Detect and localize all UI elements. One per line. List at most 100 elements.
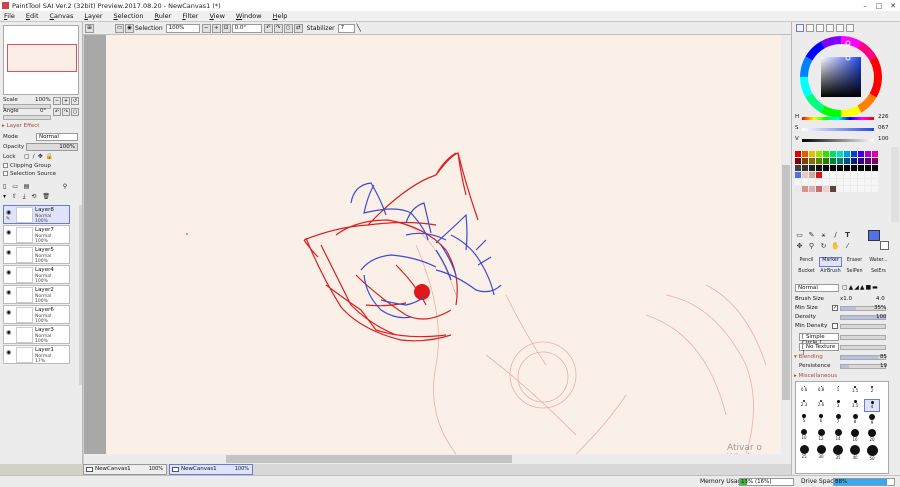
rotate-cw-button[interactable]: ↷ (273, 23, 283, 33)
zoom-reset-icon[interactable]: ↺ (71, 97, 79, 105)
brush-size-presets[interactable]: 0.6 0.8 1 1.5 2 2.3 2.6 3 3.5 4 5 6 7 8 … (795, 381, 889, 474)
secondary-color-swatch[interactable] (880, 241, 889, 250)
brush-preset[interactable]: 5 (796, 413, 812, 426)
lock-icons[interactable]: ▢∕✥🔒 (24, 153, 56, 160)
clipping-group-checkbox[interactable] (3, 163, 8, 168)
brush-preset[interactable]: 10 (796, 428, 812, 441)
brush-preset[interactable]: 9 (864, 413, 880, 426)
rect-select-icon[interactable]: ▭ (795, 231, 804, 240)
layer-item[interactable]: ◉ Layer5 Normal 100% (3, 245, 70, 264)
brush-preset[interactable]: 2 (864, 385, 880, 398)
layer-buttons-row1[interactable]: ▯ ▭ ▤ ⚲ (3, 183, 69, 190)
eye-icon[interactable]: ◉ (6, 209, 14, 216)
clipping-group-toggle[interactable]: Clipping Group (3, 163, 51, 169)
hand-tool-icon[interactable]: ✋ (831, 242, 840, 251)
zoom-fit-button[interactable]: ⊡ (221, 23, 231, 33)
scratchpad-tab-icon[interactable] (836, 24, 844, 32)
flip-icon[interactable]: ⇄ (293, 23, 303, 33)
brush-preset[interactable]: 12 (813, 428, 829, 441)
hsv-slider-tab-icon[interactable] (816, 24, 824, 32)
min-density-checkbox[interactable] (832, 323, 838, 329)
menu-help[interactable]: Help (269, 12, 292, 20)
brush-eraser[interactable]: Eraser (843, 257, 866, 267)
menu-filter[interactable]: Filter (178, 12, 202, 20)
eye-icon[interactable]: ◉ (6, 289, 14, 296)
layer-item[interactable]: ◉ Layer1 Normal 17% (3, 345, 70, 364)
brush-preset[interactable]: 3 (830, 399, 846, 412)
swatch-scrollbar[interactable] (891, 147, 899, 222)
saturation-slider[interactable] (802, 128, 874, 131)
zoom-select[interactable]: 100% (165, 23, 200, 33)
zoom-out-button[interactable]: − (201, 23, 211, 33)
menu-file[interactable]: File (0, 12, 19, 20)
brush-preset[interactable]: 7 (830, 413, 846, 426)
brush-preset[interactable]: 2.6 (813, 399, 829, 412)
minimize-icon[interactable]: – (858, 0, 872, 11)
zoom-out-icon[interactable]: − (53, 97, 61, 105)
navigator-preview[interactable] (3, 25, 79, 95)
picker-tool-icon[interactable]: ⁄ (843, 242, 852, 251)
swatch-tab-icon[interactable] (826, 24, 834, 32)
layer-effect-header[interactable]: ▸ Layer Effect (2, 123, 39, 129)
eye-icon[interactable]: ◉ (6, 349, 14, 356)
brush-marker[interactable]: Marker (819, 257, 842, 267)
brush-size-mult[interactable]: x1.0 (840, 296, 852, 302)
brush-preset[interactable]: 8 (847, 413, 863, 426)
eye-icon[interactable]: ◉ (6, 229, 14, 236)
brush-preset[interactable]: 20 (864, 428, 880, 442)
brush-preset[interactable]: 3.5 (847, 399, 863, 412)
stabilizer-select[interactable]: 7 (337, 23, 355, 33)
value-slider[interactable] (802, 139, 874, 142)
eyedropper-icon[interactable]: ∕ (831, 231, 840, 240)
color-wheel-tab-icon[interactable] (796, 24, 804, 32)
layer-list-scrollbar[interactable] (79, 205, 82, 385)
brush-preset[interactable]: 30 (813, 444, 829, 459)
layer-item[interactable]: ◉ Layer6 Normal 100% (3, 305, 70, 324)
swatch-palette[interactable] (795, 151, 878, 192)
brush-texture-strength-slider[interactable] (840, 345, 886, 350)
text-tool-icon[interactable]: T (843, 231, 852, 240)
marquee-icon[interactable]: ▭ (115, 23, 124, 33)
lasso-icon[interactable]: ✎ (807, 231, 816, 240)
blending-header[interactable]: ▾ Blending (794, 354, 823, 360)
brush-preset[interactable]: 1.5 (847, 385, 863, 398)
line-tool-icon[interactable]: ╲ (357, 24, 361, 32)
zoom-in-button[interactable]: + (211, 23, 221, 33)
brush-preset[interactable]: 6 (813, 413, 829, 426)
menu-layer[interactable]: Layer (80, 12, 106, 20)
primary-color-swatch[interactable] (868, 230, 880, 241)
eye-icon[interactable]: ◉ (6, 269, 14, 276)
selection-source-toggle[interactable]: Selection Source (3, 171, 56, 177)
brush-texture-select[interactable]: [ No Texture ] (799, 343, 839, 356)
angle-select[interactable]: 0.0° (231, 23, 262, 33)
misc-header[interactable]: ▸ Miscellaneous (794, 373, 837, 379)
canvas-horizontal-scrollbar[interactable] (84, 454, 791, 464)
rgb-slider-tab-icon[interactable] (806, 24, 814, 32)
layer-item[interactable]: ◉ ✎ Layer8 Normal 100% (3, 205, 70, 224)
brush-preset[interactable]: 1 (830, 385, 846, 398)
layer-item[interactable]: ◉ Layer7 Normal 100% (3, 225, 70, 244)
horizontal-scroll-thumb[interactable] (226, 455, 512, 463)
brush-water[interactable]: Water... (867, 257, 890, 267)
brush-shape-select[interactable]: [ Simple Circle ] (799, 333, 839, 346)
brush-preset[interactable]: 0.8 (813, 385, 829, 398)
brush-bucket[interactable]: Bucket (795, 268, 818, 278)
menu-edit[interactable]: Edit (22, 12, 43, 20)
hue-slider[interactable] (802, 117, 874, 120)
eye-icon[interactable]: ◉ (6, 249, 14, 256)
brush-shape-strength-slider[interactable] (840, 335, 886, 340)
menu-canvas[interactable]: Canvas (46, 12, 78, 20)
brush-pencil[interactable]: Pencil (795, 257, 818, 267)
canvas-vertical-scrollbar[interactable] (781, 35, 791, 454)
layer-buttons-row2[interactable]: ▾ ⇧ ⤓ ⟲ 🗑 (3, 193, 52, 201)
palette-tab-icon[interactable] (846, 24, 854, 32)
eye-icon[interactable]: ◉ (6, 309, 14, 316)
zoom-tool-icon[interactable]: ⚲ (807, 242, 816, 251)
blend-mode-select[interactable]: Normal (36, 133, 78, 141)
menu-selection[interactable]: Selection (110, 12, 148, 20)
brush-preset[interactable]: 35 (830, 444, 846, 460)
brush-preset-selected[interactable]: 4 (864, 399, 880, 412)
canvas-tab[interactable]: NewCanvas1 100% (83, 464, 167, 475)
angle-slider[interactable] (3, 115, 51, 120)
menu-ruler[interactable]: Ruler (151, 12, 176, 20)
